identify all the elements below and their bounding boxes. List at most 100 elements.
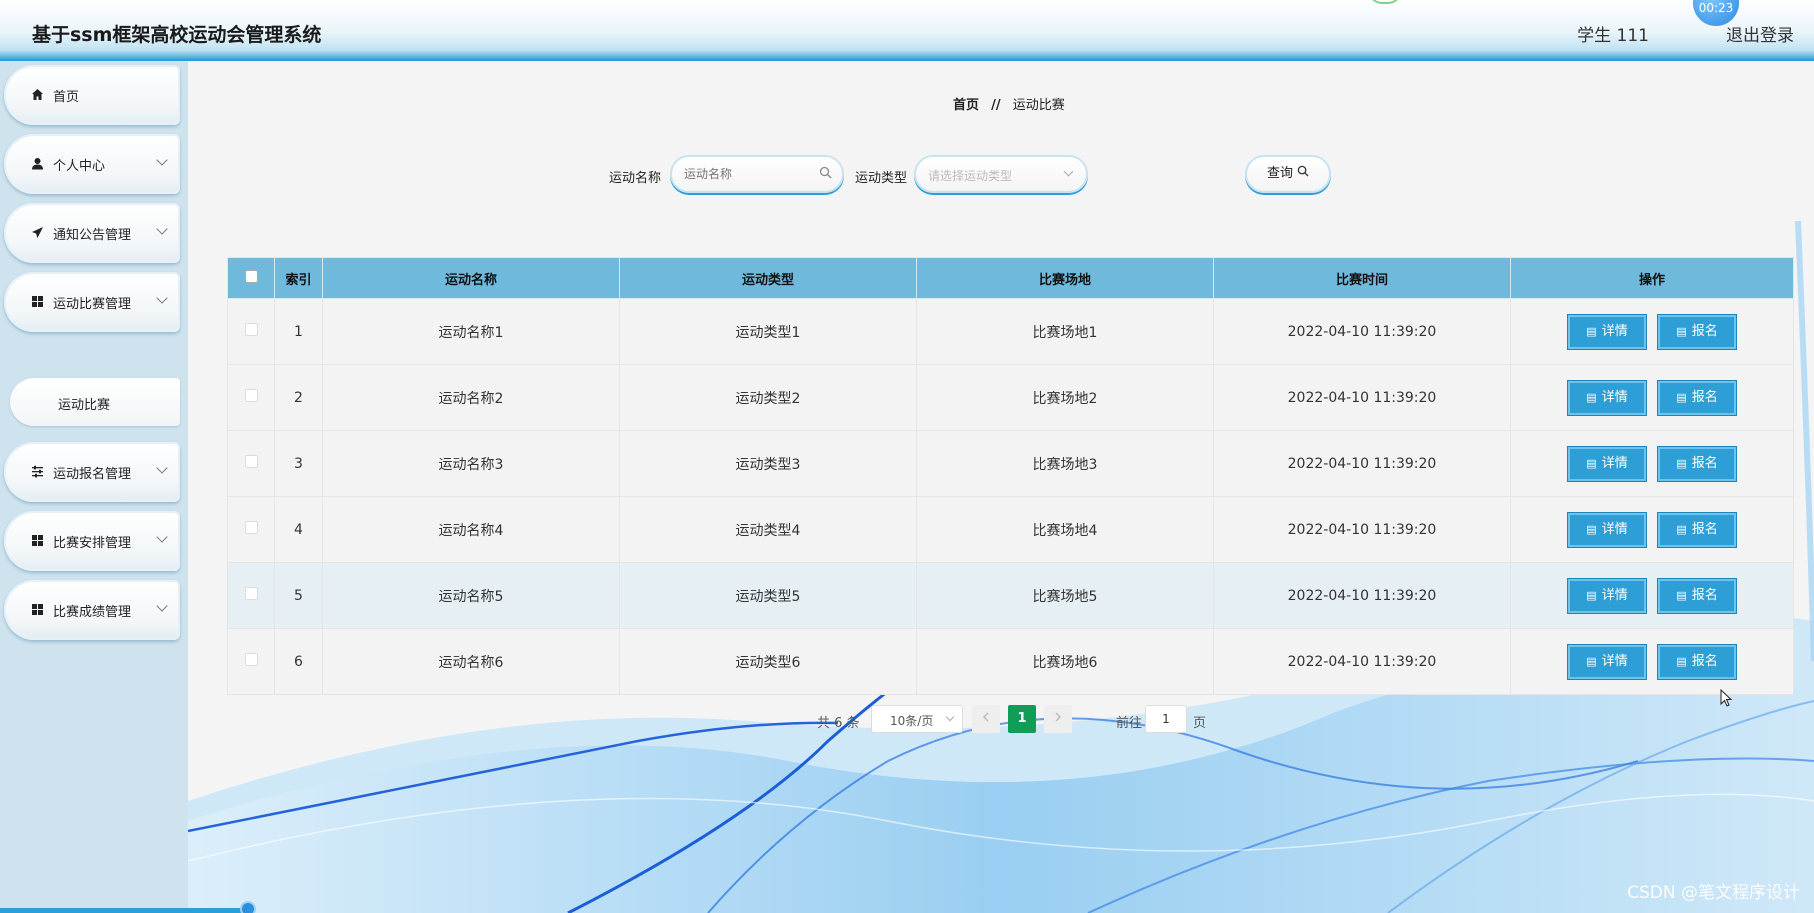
status-indicator bbox=[1368, 0, 1402, 4]
document-icon: ▤ bbox=[1586, 588, 1597, 602]
page-button-current[interactable]: 1 bbox=[1008, 705, 1036, 733]
detail-button-label: 详情 bbox=[1601, 521, 1628, 537]
signup-button-label: 报名 bbox=[1691, 587, 1718, 603]
column-header-time: 比赛时间 bbox=[1213, 257, 1511, 299]
document-icon: ▤ bbox=[1586, 324, 1597, 338]
document-icon: ▤ bbox=[1676, 654, 1687, 668]
select-all-checkbox[interactable] bbox=[244, 269, 258, 283]
chevron-down-icon bbox=[156, 154, 168, 166]
detail-button-label: 详情 bbox=[1601, 587, 1628, 603]
cell-name: 运动名称6 bbox=[322, 628, 620, 695]
document-icon: ▤ bbox=[1676, 390, 1687, 404]
goto-page-input[interactable]: 1 bbox=[1145, 705, 1187, 733]
signup-button[interactable]: ▤ 报名 bbox=[1657, 313, 1737, 350]
app-title: 基于ssm框架高校运动会管理系统 bbox=[32, 24, 322, 46]
signup-button-label: 报名 bbox=[1691, 455, 1718, 471]
signup-button-label: 报名 bbox=[1691, 521, 1718, 537]
detail-button[interactable]: ▤ 详情 bbox=[1567, 445, 1647, 482]
cell-index: 5 bbox=[274, 562, 323, 629]
sidebar-item-results-management[interactable]: 比赛成绩管理 bbox=[4, 580, 180, 640]
sidebar-subitem-competition[interactable]: 运动比赛 bbox=[10, 378, 180, 426]
table-row: 5 运动名称5 运动类型5 比赛场地5 2022-04-10 11:39:20 ▤ 详情 ▤ 报… bbox=[227, 562, 1794, 629]
detail-button-label: 详情 bbox=[1601, 389, 1628, 405]
column-header-index: 索引 bbox=[274, 257, 323, 299]
sidebar-subitem-label: 运动比赛 bbox=[58, 398, 111, 413]
page-size-value: 10条/页 bbox=[890, 714, 934, 728]
watermark: CSDN @笔文程序设计 bbox=[1627, 883, 1800, 903]
search-icon bbox=[819, 166, 832, 183]
prev-page-button[interactable] bbox=[972, 705, 1000, 733]
signup-button[interactable]: ▤ 报名 bbox=[1657, 511, 1737, 548]
row-select-cell bbox=[227, 562, 275, 629]
cell-type: 运动类型5 bbox=[619, 562, 917, 629]
table-header-row: 索引 运动名称 运动类型 比赛场地 比赛时间 操作 bbox=[227, 257, 1794, 299]
signup-button-label: 报名 bbox=[1691, 323, 1718, 339]
row-checkbox[interactable] bbox=[244, 653, 258, 666]
row-checkbox[interactable] bbox=[244, 455, 258, 468]
breadcrumb-home[interactable]: 首页 bbox=[953, 98, 979, 113]
table-row: 2 运动名称2 运动类型2 比赛场地2 2022-04-10 11:39:20 ▤ 详情 ▤ 报… bbox=[227, 364, 1794, 431]
query-button[interactable]: 查询 bbox=[1245, 155, 1331, 193]
cell-venue: 比赛场地3 bbox=[916, 430, 1214, 497]
table-row: 1 运动名称1 运动类型1 比赛场地1 2022-04-10 11:39:20 ▤ 详情 ▤ 报… bbox=[227, 298, 1794, 365]
signup-button[interactable]: ▤ 报名 bbox=[1657, 445, 1737, 482]
sidebar-item-label: 通知公告管理 bbox=[53, 228, 132, 243]
document-icon: ▤ bbox=[1676, 522, 1687, 536]
table-row: 4 运动名称4 运动类型4 比赛场地4 2022-04-10 11:39:20 ▤ 详情 ▤ 报… bbox=[227, 496, 1794, 563]
chevron-down-icon bbox=[156, 292, 168, 304]
signup-button[interactable]: ▤ 报名 bbox=[1657, 577, 1737, 614]
bottom-progress-bar bbox=[0, 908, 250, 913]
next-page-button[interactable] bbox=[1044, 705, 1072, 733]
row-checkbox[interactable] bbox=[244, 521, 258, 534]
detail-button[interactable]: ▤ 详情 bbox=[1567, 577, 1647, 614]
detail-button[interactable]: ▤ 详情 bbox=[1567, 379, 1647, 416]
sidebar-item-schedule-management[interactable]: 比赛安排管理 bbox=[4, 511, 180, 571]
page-size-select[interactable]: 10条/页 bbox=[871, 705, 963, 733]
cell-index: 6 bbox=[274, 628, 323, 695]
cell-time: 2022-04-10 11:39:20 bbox=[1213, 496, 1511, 563]
detail-button-label: 详情 bbox=[1601, 323, 1628, 339]
chevron-right-icon bbox=[1055, 712, 1062, 722]
detail-button[interactable]: ▤ 详情 bbox=[1567, 643, 1647, 680]
sidebar-item-competition-management[interactable]: 运动比赛管理 bbox=[4, 272, 180, 332]
breadcrumb-current: 运动比赛 bbox=[1012, 98, 1065, 113]
signup-button[interactable]: ▤ 报名 bbox=[1657, 379, 1737, 416]
sidebar-item-notice-management[interactable]: 通知公告管理 bbox=[4, 203, 180, 263]
cell-actions: ▤ 详情 ▤ 报名 bbox=[1510, 628, 1794, 695]
cell-index: 2 bbox=[274, 364, 323, 431]
cell-name: 运动名称3 bbox=[322, 430, 620, 497]
document-icon: ▤ bbox=[1586, 654, 1597, 668]
row-select-cell bbox=[227, 628, 275, 695]
cell-actions: ▤ 详情 ▤ 报名 bbox=[1510, 364, 1794, 431]
sport-name-input[interactable] bbox=[684, 167, 834, 181]
row-checkbox[interactable] bbox=[244, 323, 258, 336]
signup-button[interactable]: ▤ 报名 bbox=[1657, 643, 1737, 680]
chevron-down-icon bbox=[945, 712, 955, 722]
logout-button[interactable]: 退出登录 bbox=[1726, 21, 1794, 46]
cell-index: 4 bbox=[274, 496, 323, 563]
cell-actions: ▤ 详情 ▤ 报名 bbox=[1510, 496, 1794, 563]
cell-type: 运动类型1 bbox=[619, 298, 917, 365]
sidebar-item-home[interactable]: 首页 bbox=[4, 65, 180, 125]
sport-type-label: 运动类型 bbox=[855, 171, 908, 186]
cell-time: 2022-04-10 11:39:20 bbox=[1213, 562, 1511, 629]
detail-button[interactable]: ▤ 详情 bbox=[1567, 511, 1647, 548]
row-checkbox[interactable] bbox=[244, 587, 258, 600]
sport-name-search-box[interactable] bbox=[670, 155, 844, 193]
cell-venue: 比赛场地4 bbox=[916, 496, 1214, 563]
sport-type-select[interactable]: 请选择运动类型 bbox=[914, 155, 1088, 193]
row-checkbox[interactable] bbox=[244, 389, 258, 402]
bottom-progress-handle[interactable] bbox=[240, 901, 256, 913]
detail-button-label: 详情 bbox=[1601, 455, 1628, 471]
sidebar-item-signup-management[interactable]: 运动报名管理 bbox=[4, 442, 180, 502]
grid-icon bbox=[30, 603, 44, 617]
document-icon: ▤ bbox=[1676, 456, 1687, 470]
sport-type-placeholder: 请选择运动类型 bbox=[928, 169, 1013, 183]
cell-type: 运动类型3 bbox=[619, 430, 917, 497]
sidebar: 首页 个人中心 通知公告管理 运动比赛管理 运动比赛 运动报名管理 比赛安排管理… bbox=[0, 61, 188, 913]
detail-button[interactable]: ▤ 详情 bbox=[1567, 313, 1647, 350]
document-icon: ▤ bbox=[1586, 522, 1597, 536]
sidebar-item-label: 比赛安排管理 bbox=[53, 536, 132, 551]
cell-name: 运动名称4 bbox=[322, 496, 620, 563]
sidebar-item-personal-center[interactable]: 个人中心 bbox=[4, 134, 180, 194]
